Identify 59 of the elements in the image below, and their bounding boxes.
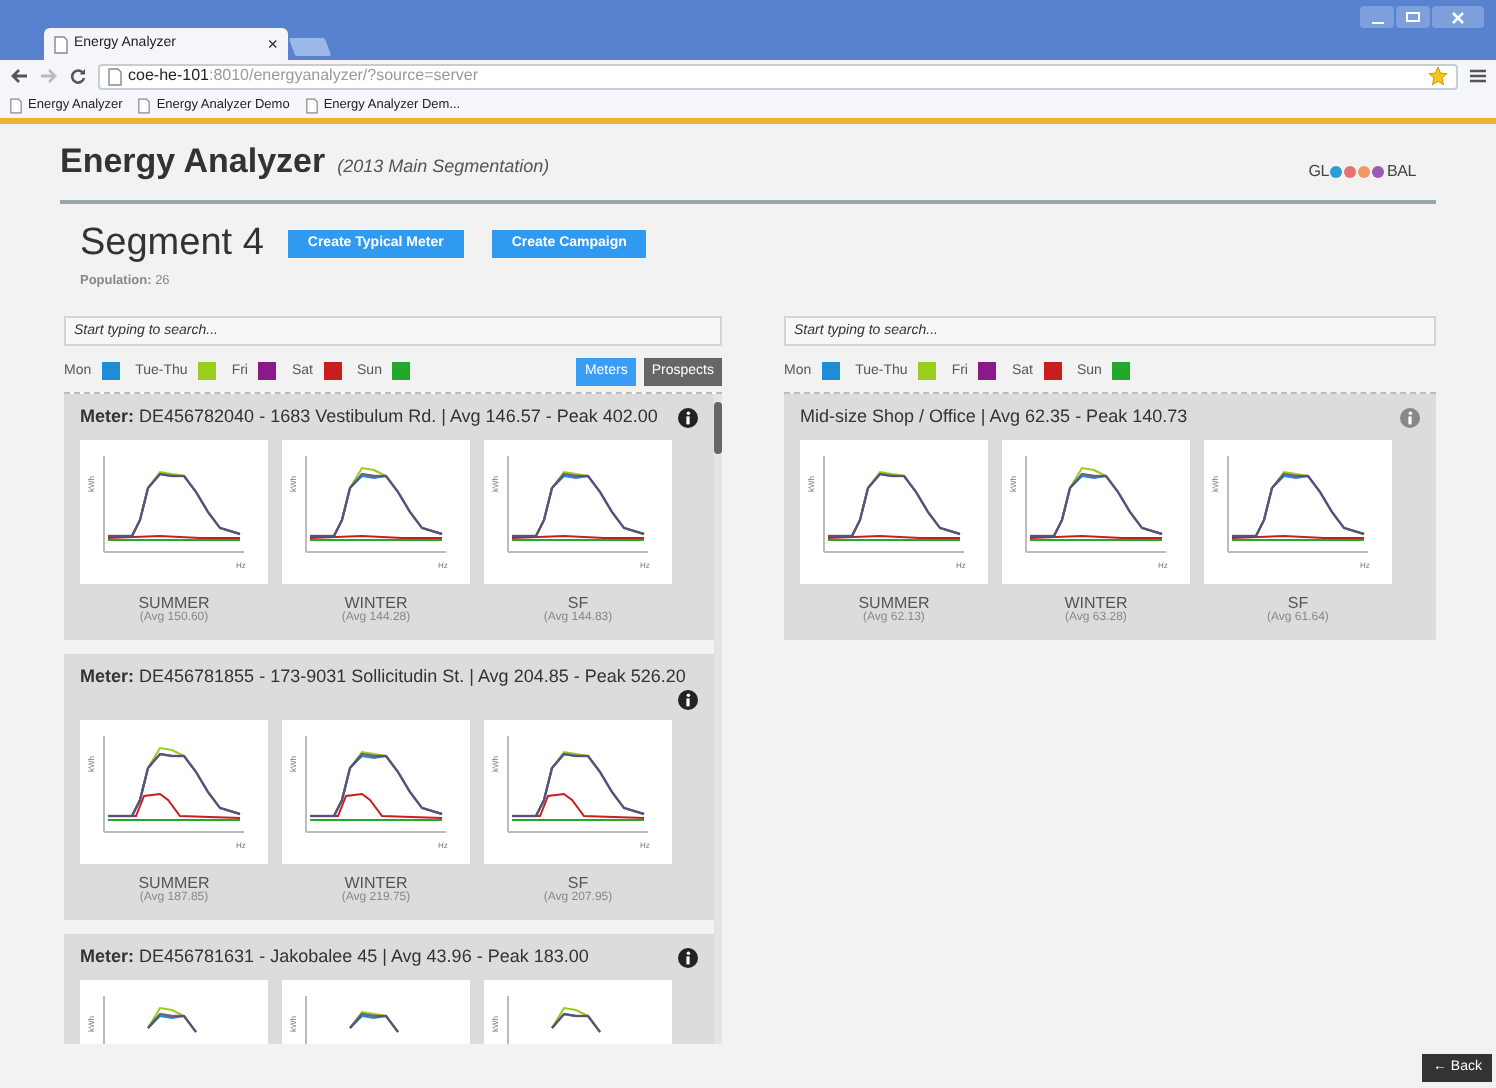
season-label: SF [567, 876, 589, 893]
load-curves-drawing [309, 751, 443, 822]
close-icon [1452, 11, 1464, 23]
load-curves-drawing [309, 467, 443, 542]
company-logo: GL BAL [1308, 159, 1416, 183]
page-icon [10, 97, 22, 113]
meter-title: Meter: DE456782040 - 1683 Vestibulum Rd. | Avg 146.57 - Peak 402.00 [80, 403, 658, 430]
meter-title: Meter: DE456781631 - Jakobalee 45 | Avg 43.96 - Peak 183.00 [80, 943, 589, 970]
axes-drawing [305, 735, 447, 834]
meter-title: Meter: DE456781855 - 173-9031 Sollicitudin St. | Avg 204.85 - Peak 526.20 [80, 663, 686, 690]
load-curves-drawing [511, 751, 645, 822]
url-text: coe-he-101:8010/energyanalyzer/?source=server [128, 64, 479, 88]
maximize-button[interactable] [1396, 6, 1430, 28]
axes-drawing [1226, 455, 1369, 554]
axes-drawing [103, 995, 105, 1044]
axes-drawing [305, 455, 447, 554]
tab-close-button[interactable]: × [267, 35, 278, 53]
axes-drawing [507, 995, 509, 1044]
info-icon[interactable] [677, 690, 698, 711]
season-label: SUMMER [858, 596, 930, 613]
scrollbar[interactable] [713, 393, 722, 1044]
season-label: SUMMER [138, 596, 210, 613]
load-curves-drawing [107, 471, 241, 542]
axes-drawing [507, 455, 649, 554]
season-label: WINTER [1064, 596, 1128, 613]
back-arrow-icon[interactable] [10, 68, 28, 84]
page-icon [54, 35, 68, 53]
app-title: Energy Analyzer [60, 140, 326, 184]
load-curves-drawing [551, 1007, 601, 1034]
load-curves-drawing [1230, 471, 1365, 542]
load-curves-drawing [511, 471, 645, 542]
close-button[interactable] [1432, 6, 1484, 28]
axes-drawing [103, 735, 245, 834]
axes-drawing [305, 995, 307, 1044]
address-bar[interactable]: coe-he-101:8010/energyanalyzer/?source=server [98, 63, 1458, 89]
axes-drawing [822, 455, 965, 554]
load-curves-drawing [349, 1011, 399, 1034]
minimize-button[interactable] [1360, 6, 1394, 28]
season-label: SF [1287, 596, 1309, 613]
axes-drawing [507, 735, 649, 834]
season-label: SUMMER [138, 876, 210, 893]
page-icon [305, 97, 318, 113]
meter-title: Mid-size Shop / Office | Avg 62.35 - Peak 140.73 [799, 403, 1188, 430]
reload-icon[interactable] [70, 68, 86, 84]
info-icon[interactable] [677, 407, 698, 427]
star-icon[interactable] [1428, 66, 1448, 86]
axes-drawing [103, 455, 245, 554]
load-curves-drawing [107, 747, 241, 822]
load-curves-drawing [147, 1007, 197, 1034]
season-label: WINTER [344, 596, 408, 613]
load-curves-drawing [1028, 467, 1163, 542]
load-curves-drawing [826, 471, 961, 542]
info-icon[interactable] [677, 947, 698, 967]
menu-icon[interactable] [1470, 68, 1486, 84]
season-label: SF [567, 596, 589, 613]
axes-drawing [1024, 455, 1167, 554]
app-subtitle: (2013 Main Segmentation) [337, 154, 550, 180]
segment-title: Segment 4 [80, 219, 264, 267]
season-label: WINTER [344, 876, 408, 893]
